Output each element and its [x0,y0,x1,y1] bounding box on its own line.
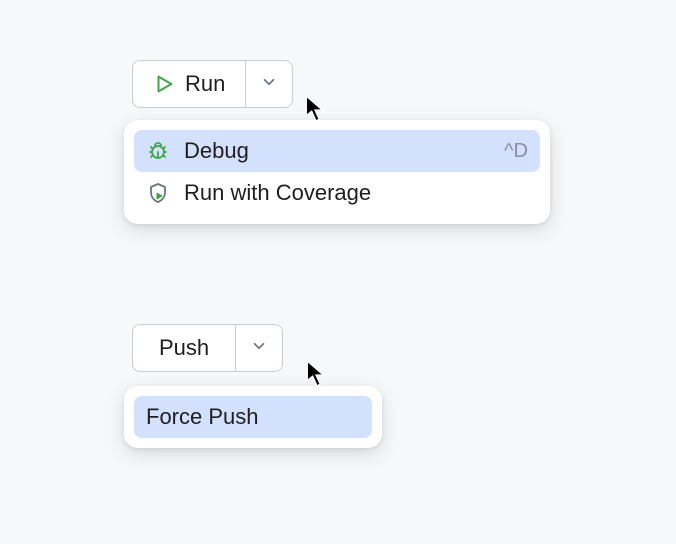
menu-item-label: Debug [184,138,472,164]
run-split-button: Run [132,60,293,108]
chevron-down-icon [260,73,278,96]
menu-item-debug[interactable]: Debug ^D [134,130,540,172]
coverage-icon [146,181,172,205]
bug-icon [146,139,172,163]
menu-item-label: Force Push [146,404,360,430]
run-dropdown-trigger[interactable] [245,61,292,107]
run-button-label: Run [185,71,225,97]
push-dropdown-menu: Force Push [124,386,382,448]
run-button[interactable]: Run [133,61,245,107]
push-dropdown-trigger[interactable] [235,325,282,371]
run-dropdown-menu: Debug ^D Run with Coverage [124,120,550,224]
menu-item-force-push[interactable]: Force Push [134,396,372,438]
push-split-button: Push [132,324,283,372]
menu-item-run-with-coverage[interactable]: Run with Coverage [134,172,540,214]
push-button[interactable]: Push [133,325,235,371]
push-button-label: Push [159,335,209,361]
chevron-down-icon [250,337,268,360]
play-icon [153,73,175,95]
menu-item-shortcut: ^D [504,140,528,163]
menu-item-label: Run with Coverage [184,180,528,206]
